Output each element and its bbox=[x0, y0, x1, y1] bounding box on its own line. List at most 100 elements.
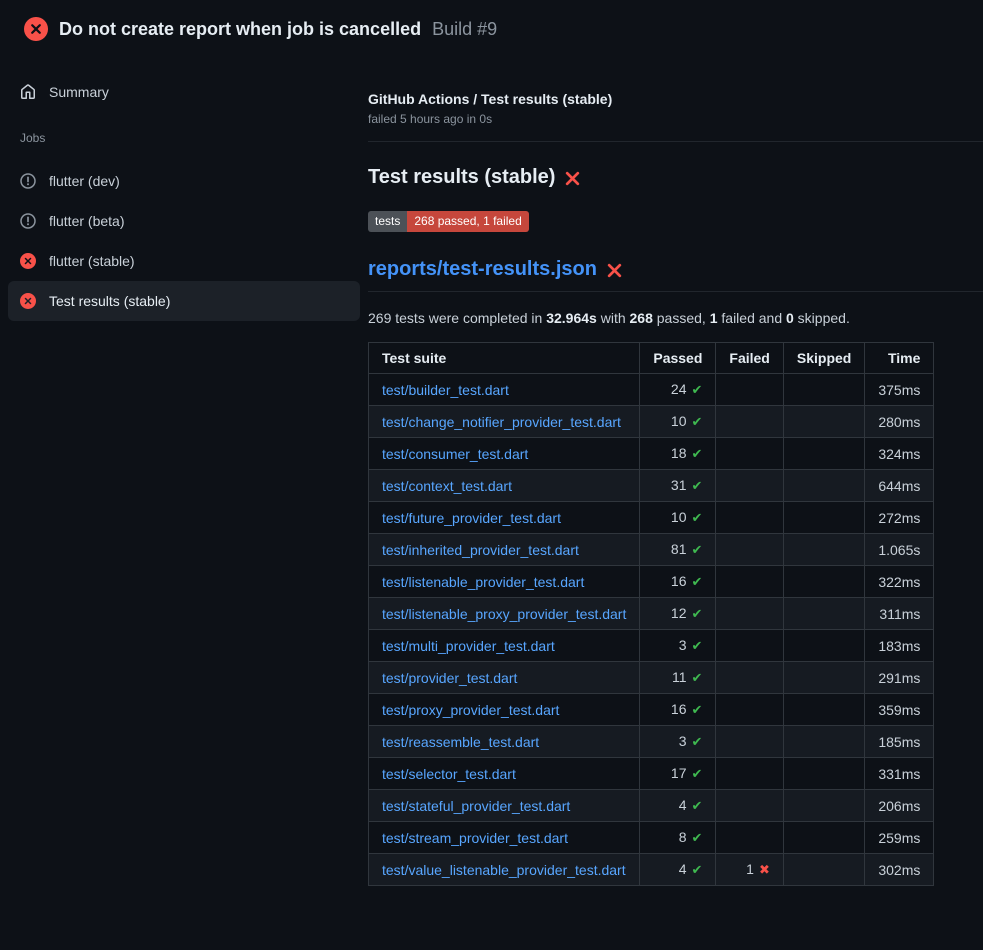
divider bbox=[368, 141, 983, 142]
time-cell: 206ms bbox=[865, 790, 934, 822]
table-row: test/listenable_proxy_provider_test.dart… bbox=[369, 598, 934, 630]
failed-cell bbox=[716, 470, 783, 502]
time-cell: 1.065s bbox=[865, 534, 934, 566]
check-icon: ✔ bbox=[692, 510, 703, 525]
passed-cell: 4✔ bbox=[640, 790, 716, 822]
test-suite-link[interactable]: test/inherited_provider_test.dart bbox=[382, 542, 579, 558]
test-suite-link[interactable]: test/proxy_provider_test.dart bbox=[382, 702, 559, 718]
suite-cell: test/change_notifier_provider_test.dart bbox=[369, 406, 640, 438]
suite-cell: test/stateful_provider_test.dart bbox=[369, 790, 640, 822]
skipped-cell bbox=[783, 598, 864, 630]
test-suite-link[interactable]: test/consumer_test.dart bbox=[382, 446, 528, 462]
skipped-cell bbox=[783, 502, 864, 534]
summary-failed: 1 bbox=[710, 310, 718, 326]
check-icon: ✔ bbox=[692, 702, 703, 717]
test-suite-link[interactable]: test/stateful_provider_test.dart bbox=[382, 798, 570, 814]
passed-cell: 12✔ bbox=[640, 598, 716, 630]
time-cell: 375ms bbox=[865, 374, 934, 406]
test-suite-link[interactable]: test/reassemble_test.dart bbox=[382, 734, 539, 750]
cancelled-circle-icon bbox=[20, 173, 36, 189]
test-suite-link[interactable]: test/change_notifier_provider_test.dart bbox=[382, 414, 621, 430]
time-cell: 644ms bbox=[865, 470, 934, 502]
test-suite-link[interactable]: test/provider_test.dart bbox=[382, 670, 517, 686]
check-run-content: GitHub Actions / Test results (stable) f… bbox=[368, 55, 983, 886]
tests-badge[interactable]: tests 268 passed, 1 failed bbox=[368, 211, 529, 232]
test-suite-link[interactable]: test/context_test.dart bbox=[382, 478, 512, 494]
failed-cell bbox=[716, 822, 783, 854]
test-suite-link[interactable]: test/selector_test.dart bbox=[382, 766, 516, 782]
failed-cell bbox=[716, 502, 783, 534]
failed-cell bbox=[716, 534, 783, 566]
time-cell: 331ms bbox=[865, 758, 934, 790]
job-label: flutter (stable) bbox=[49, 253, 135, 269]
test-suite-link[interactable]: test/value_listenable_provider_test.dart bbox=[382, 862, 626, 878]
suite-cell: test/inherited_provider_test.dart bbox=[369, 534, 640, 566]
table-row: test/consumer_test.dart 18✔ 324ms bbox=[369, 438, 934, 470]
table-row: test/multi_provider_test.dart 3✔ 183ms bbox=[369, 630, 934, 662]
sidebar-summary-label: Summary bbox=[49, 84, 109, 100]
test-suite-link[interactable]: test/listenable_proxy_provider_test.dart bbox=[382, 606, 626, 622]
col-time: Time bbox=[865, 343, 934, 374]
summary-skipped: 0 bbox=[786, 310, 794, 326]
table-row: test/stateful_provider_test.dart 4✔ 206m… bbox=[369, 790, 934, 822]
failed-cell bbox=[716, 662, 783, 694]
check-icon: ✔ bbox=[692, 734, 703, 749]
test-suite-link[interactable]: test/builder_test.dart bbox=[382, 382, 509, 398]
sidebar-job-test-results-stable[interactable]: Test results (stable) bbox=[8, 281, 360, 321]
time-cell: 291ms bbox=[865, 662, 934, 694]
test-suite-link[interactable]: test/listenable_provider_test.dart bbox=[382, 574, 584, 590]
col-test-suite: Test suite bbox=[369, 343, 640, 374]
col-failed: Failed bbox=[716, 343, 783, 374]
red-x-icon bbox=[606, 262, 623, 279]
check-title: Test results (stable) bbox=[368, 166, 983, 189]
sidebar-job-flutter-dev[interactable]: flutter (dev) bbox=[8, 161, 360, 201]
test-suite-link[interactable]: test/stream_provider_test.dart bbox=[382, 830, 568, 846]
passed-cell: 31✔ bbox=[640, 470, 716, 502]
table-row: test/selector_test.dart 17✔ 331ms bbox=[369, 758, 934, 790]
jobs-section-label: Jobs bbox=[8, 109, 360, 161]
sidebar-job-flutter-beta[interactable]: flutter (beta) bbox=[8, 201, 360, 241]
suite-cell: test/stream_provider_test.dart bbox=[369, 822, 640, 854]
job-label: flutter (beta) bbox=[49, 213, 124, 229]
build-number: Build #9 bbox=[432, 19, 497, 40]
report-link[interactable]: reports/test-results.json bbox=[368, 258, 597, 281]
check-run-header: Do not create report when job is cancell… bbox=[0, 0, 983, 55]
time-cell: 185ms bbox=[865, 726, 934, 758]
table-row: test/provider_test.dart 11✔ 291ms bbox=[369, 662, 934, 694]
x-circle-icon bbox=[24, 17, 48, 41]
summary-passed: 268 bbox=[630, 310, 653, 326]
cancelled-circle-icon bbox=[20, 213, 36, 229]
failed-cell bbox=[716, 406, 783, 438]
failed-cell bbox=[716, 374, 783, 406]
passed-cell: 8✔ bbox=[640, 822, 716, 854]
time-cell: 183ms bbox=[865, 630, 934, 662]
summary-line: 269 tests were completed in 32.964s with… bbox=[368, 310, 983, 326]
failed-cell bbox=[716, 758, 783, 790]
skipped-cell bbox=[783, 566, 864, 598]
suite-cell: test/reassemble_test.dart bbox=[369, 726, 640, 758]
skipped-cell bbox=[783, 758, 864, 790]
test-suite-link[interactable]: test/future_provider_test.dart bbox=[382, 510, 561, 526]
skipped-cell bbox=[783, 726, 864, 758]
skipped-cell bbox=[783, 790, 864, 822]
failed-cell bbox=[716, 630, 783, 662]
skipped-cell bbox=[783, 406, 864, 438]
check-icon: ✔ bbox=[692, 766, 703, 781]
job-label: Test results (stable) bbox=[49, 293, 170, 309]
col-passed: Passed bbox=[640, 343, 716, 374]
badge-label: tests bbox=[368, 211, 407, 232]
suite-cell: test/future_provider_test.dart bbox=[369, 502, 640, 534]
check-title-text: Test results (stable) bbox=[368, 166, 555, 189]
check-icon: ✔ bbox=[692, 414, 703, 429]
check-icon: ✔ bbox=[692, 638, 703, 653]
table-row: test/value_listenable_provider_test.dart… bbox=[369, 854, 934, 886]
x-circle-icon bbox=[20, 293, 36, 309]
test-suite-link[interactable]: test/multi_provider_test.dart bbox=[382, 638, 555, 654]
suite-cell: test/consumer_test.dart bbox=[369, 438, 640, 470]
check-icon: ✔ bbox=[692, 798, 703, 813]
sidebar-job-flutter-stable[interactable]: flutter (stable) bbox=[8, 241, 360, 281]
sidebar-item-summary[interactable]: Summary bbox=[8, 75, 360, 109]
results-table: Test suite Passed Failed Skipped Time te… bbox=[368, 342, 934, 886]
table-row: test/future_provider_test.dart 10✔ 272ms bbox=[369, 502, 934, 534]
suite-cell: test/listenable_proxy_provider_test.dart bbox=[369, 598, 640, 630]
